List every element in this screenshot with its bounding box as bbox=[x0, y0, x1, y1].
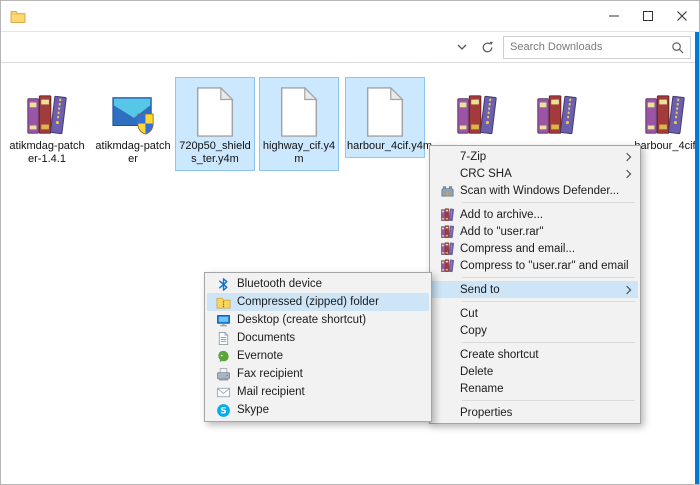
minimize-icon bbox=[609, 11, 619, 21]
desktop-icon bbox=[209, 313, 237, 328]
menu-item-rename[interactable]: Rename bbox=[432, 380, 638, 397]
sendto-item-desktop-shortcut[interactable]: Desktop (create shortcut) bbox=[207, 311, 429, 329]
menu-separator bbox=[462, 342, 635, 343]
sendto-item-documents[interactable]: Documents bbox=[207, 329, 429, 347]
search-icon[interactable] bbox=[671, 41, 684, 54]
sendto-item-mail[interactable]: Mail recipient bbox=[207, 383, 429, 401]
file-item[interactable] bbox=[437, 77, 517, 145]
menu-item-add-to-user-rar[interactable]: Add to "user.rar" bbox=[432, 223, 638, 240]
winrar-icon bbox=[434, 224, 460, 239]
submenu-arrow-icon bbox=[622, 285, 632, 294]
search-input[interactable] bbox=[504, 41, 671, 53]
winrar-archive-icon bbox=[519, 81, 595, 137]
file-item[interactable]: harbour_4cif.y4m bbox=[345, 77, 432, 158]
blank-page-icon bbox=[177, 81, 253, 137]
file-item[interactable]: highway_cif.y4m bbox=[259, 77, 339, 171]
sendto-item-zipped-folder[interactable]: Compressed (zipped) folder bbox=[207, 293, 429, 311]
minimize-button[interactable] bbox=[597, 1, 631, 31]
submenu-arrow-icon bbox=[622, 169, 632, 178]
explorer-app-icon bbox=[10, 9, 26, 23]
winrar-icon bbox=[434, 207, 460, 222]
maximize-icon bbox=[643, 11, 653, 21]
blank-page-icon bbox=[261, 81, 337, 137]
window-accent-border bbox=[695, 32, 699, 484]
sendto-item-skype[interactable]: Skype bbox=[207, 401, 429, 419]
window-controls bbox=[597, 1, 699, 31]
menu-separator bbox=[462, 400, 635, 401]
menu-separator bbox=[462, 277, 635, 278]
file-item[interactable]: 720p50_shields_ter.y4m bbox=[175, 77, 255, 171]
sendto-item-bluetooth[interactable]: Bluetooth device bbox=[207, 275, 429, 293]
file-name: highway_cif.y4m bbox=[262, 140, 336, 165]
menu-item-delete[interactable]: Delete bbox=[432, 363, 638, 380]
app-shield-icon bbox=[95, 81, 171, 137]
menu-item-send-to[interactable]: Send to bbox=[432, 281, 638, 298]
search-box bbox=[503, 35, 691, 59]
file-name: 720p50_shields_ter.y4m bbox=[179, 140, 251, 165]
file-item[interactable] bbox=[517, 77, 597, 145]
titlebar bbox=[1, 1, 699, 31]
sendto-item-fax[interactable]: Fax recipient bbox=[207, 365, 429, 383]
menu-item-copy[interactable]: Copy bbox=[432, 322, 638, 339]
documents-icon bbox=[209, 331, 237, 346]
menu-item-7zip[interactable]: 7-Zip bbox=[432, 148, 638, 165]
file-item[interactable]: atikmdag-patcher bbox=[93, 77, 173, 171]
menu-item-cut[interactable]: Cut bbox=[432, 305, 638, 322]
fax-icon bbox=[209, 367, 237, 382]
winrar-icon bbox=[434, 241, 460, 256]
refresh-button[interactable] bbox=[478, 38, 496, 56]
menu-item-scan-defender[interactable]: Scan with Windows Defender... bbox=[432, 182, 638, 199]
winrar-archive-icon bbox=[439, 81, 515, 137]
menu-item-crc-sha[interactable]: CRC SHA bbox=[432, 165, 638, 182]
defender-icon bbox=[434, 183, 460, 198]
sendto-item-evernote[interactable]: Evernote bbox=[207, 347, 429, 365]
close-button[interactable] bbox=[665, 1, 699, 31]
send-to-menu: Bluetooth device Compressed (zipped) fol… bbox=[204, 272, 432, 422]
menu-item-properties[interactable]: Properties bbox=[432, 404, 638, 421]
menu-item-compress-user-rar-email[interactable]: Compress to "user.rar" and email bbox=[432, 257, 638, 274]
zipped-folder-icon bbox=[209, 295, 237, 310]
close-icon bbox=[677, 11, 687, 21]
toolbar bbox=[1, 31, 699, 63]
context-menu: 7-Zip CRC SHA Scan with Windows Defender… bbox=[429, 145, 641, 424]
winrar-icon bbox=[434, 258, 460, 273]
mail-icon bbox=[209, 385, 237, 400]
expand-ribbon-button[interactable] bbox=[453, 38, 471, 56]
menu-item-add-to-archive[interactable]: Add to archive... bbox=[432, 206, 638, 223]
refresh-icon bbox=[481, 41, 494, 54]
evernote-icon bbox=[209, 349, 237, 364]
bluetooth-icon bbox=[209, 277, 237, 292]
winrar-archive-icon bbox=[627, 81, 700, 137]
winrar-archive-icon bbox=[9, 81, 85, 137]
menu-separator bbox=[462, 301, 635, 302]
chevron-down-icon bbox=[457, 44, 467, 50]
maximize-button[interactable] bbox=[631, 1, 665, 31]
file-item[interactable]: atikmdag-patcher-1.4.1 bbox=[7, 77, 87, 171]
menu-item-compress-and-email[interactable]: Compress and email... bbox=[432, 240, 638, 257]
explorer-window: Search Downloads atikmdag-patcher-1.4.1 … bbox=[0, 0, 700, 485]
menu-item-create-shortcut[interactable]: Create shortcut bbox=[432, 346, 638, 363]
menu-separator bbox=[462, 202, 635, 203]
skype-icon bbox=[209, 403, 237, 418]
blank-page-icon bbox=[347, 81, 423, 137]
file-name: harbour_4cif.y4m bbox=[347, 140, 432, 152]
file-name: atikmdag-patcher bbox=[95, 140, 171, 165]
submenu-arrow-icon bbox=[622, 152, 632, 161]
file-name: atikmdag-patcher-1.4.1 bbox=[9, 140, 85, 165]
